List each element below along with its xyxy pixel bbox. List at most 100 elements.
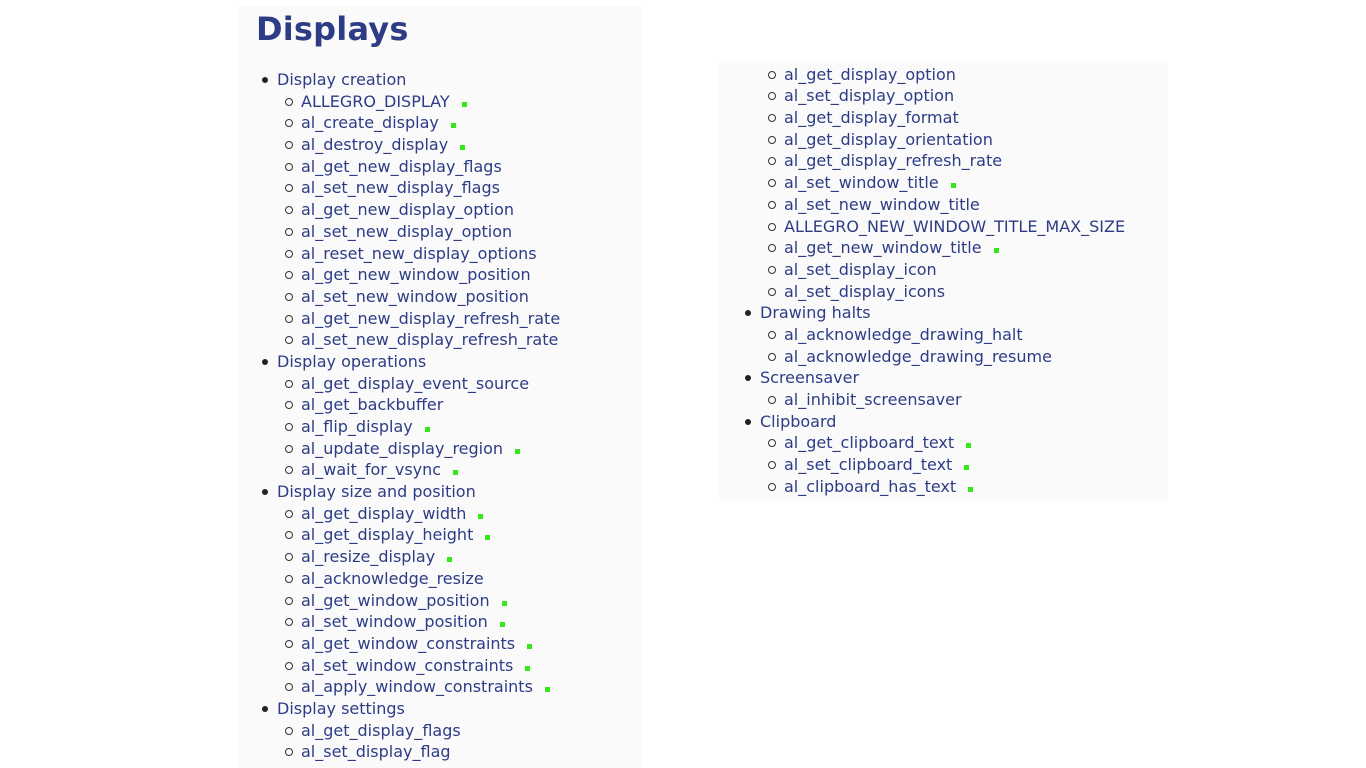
toc-item-label: al_set_display_option bbox=[784, 86, 955, 106]
toc-item-label: al_get_display_format bbox=[784, 108, 959, 128]
toc-section-display-settings: Display settings al_get_display_flags al_s… bbox=[261, 698, 560, 763]
toc-item-al-acknowledge-resize[interactable]: al_acknowledge_resize bbox=[261, 568, 560, 590]
toc-item-al-set-display-flag[interactable]: al_set_display_flag bbox=[261, 741, 560, 763]
toc-item-al-set-new-window-title[interactable]: al_set_new_window_title bbox=[744, 194, 1125, 216]
toc-item-label: al_set_new_display_flags bbox=[301, 178, 500, 198]
toc-item-al-set-display-option[interactable]: al_set_display_option bbox=[744, 85, 1125, 107]
toc-item-al-acknowledge-drawing-resume[interactable]: al_acknowledge_drawing_resume bbox=[744, 346, 1125, 368]
toc-item-label: al_get_display_option bbox=[784, 64, 956, 84]
section-link-display-size-and-position[interactable]: Display size and position bbox=[261, 481, 560, 503]
toc-item-al-get-new-display-option[interactable]: al_get_new_display_option bbox=[261, 199, 560, 221]
toc-item-al-set-display-icons[interactable]: al_set_display_icons bbox=[744, 281, 1125, 303]
toc-item-label: al_get_display_flags bbox=[301, 720, 461, 740]
toc-item-al-get-window-constraints[interactable]: al_get_window_constraints bbox=[261, 633, 560, 655]
toc-item-al-get-new-window-title[interactable]: al_get_new_window_title bbox=[744, 237, 1125, 259]
toc-item-al-inhibit-screensaver[interactable]: al_inhibit_screensaver bbox=[744, 389, 1125, 411]
new-marker-icon bbox=[515, 448, 521, 454]
toc-item-al-set-display-icon[interactable]: al_set_display_icon bbox=[744, 259, 1125, 281]
toc-item-al-set-new-window-position[interactable]: al_set_new_window_position bbox=[261, 286, 560, 308]
toc-item-al-get-display-event-source[interactable]: al_get_display_event_source bbox=[261, 373, 560, 395]
toc-item-al-clipboard-has-text[interactable]: al_clipboard_has_text bbox=[744, 476, 1125, 498]
new-marker-icon bbox=[525, 665, 531, 671]
toc-item-al-update-display-region[interactable]: al_update_display_region bbox=[261, 438, 560, 460]
toc-item-allegro-display[interactable]: ALLEGRO_DISPLAY bbox=[261, 91, 560, 113]
toc-item-label: al_create_display bbox=[301, 113, 439, 133]
toc-item-al-get-new-display-flags[interactable]: al_get_new_display_flags bbox=[261, 156, 560, 178]
new-marker-icon bbox=[544, 687, 550, 693]
toc-item-al-set-window-title[interactable]: al_set_window_title bbox=[744, 172, 1125, 194]
toc-item-al-acknowledge-drawing-halt[interactable]: al_acknowledge_drawing_halt bbox=[744, 324, 1125, 346]
section-items: al_acknowledge_drawing_halt al_acknowledg… bbox=[744, 324, 1125, 367]
left-section-list: Display creation ALLEGRO_DISPLAY al_create… bbox=[261, 69, 560, 763]
toc-item-al-set-new-display-option[interactable]: al_set_new_display_option bbox=[261, 221, 560, 243]
toc-item-al-wait-for-vsync[interactable]: al_wait_for_vsync bbox=[261, 459, 560, 481]
toc-item-label: al_set_window_constraints bbox=[301, 655, 514, 675]
toc-item-al-set-window-constraints[interactable]: al_set_window_constraints bbox=[261, 655, 560, 677]
toc-item-label: al_acknowledge_drawing_halt bbox=[784, 324, 1023, 344]
toc-item-label: al_resize_display bbox=[301, 547, 436, 567]
section-link-display-operations[interactable]: Display operations bbox=[261, 351, 560, 373]
toc-item-al-get-display-height[interactable]: al_get_display_height bbox=[261, 524, 560, 546]
new-marker-icon bbox=[993, 248, 999, 254]
toc-item-al-flip-display[interactable]: al_flip_display bbox=[261, 416, 560, 438]
new-marker-icon bbox=[964, 465, 970, 471]
toc-item-al-reset-new-display-options[interactable]: al_reset_new_display_options bbox=[261, 243, 560, 265]
new-marker-icon bbox=[450, 123, 456, 129]
toc-item-label: al_acknowledge_drawing_resume bbox=[784, 346, 1052, 366]
toc-item-al-get-new-window-position[interactable]: al_get_new_window_position bbox=[261, 264, 560, 286]
toc-item-allegro-new-window-title-max-size[interactable]: ALLEGRO_NEW_WINDOW_TITLE_MAX_SIZE bbox=[744, 216, 1125, 238]
toc-item-al-apply-window-constraints[interactable]: al_apply_window_constraints bbox=[261, 676, 560, 698]
section-link-screensaver[interactable]: Screensaver bbox=[744, 367, 1125, 389]
toc-item-label: al_get_new_display_option bbox=[301, 200, 514, 220]
new-marker-icon bbox=[460, 145, 466, 151]
toc-item-al-destroy-display[interactable]: al_destroy_display bbox=[261, 134, 560, 156]
toc-item-label: al_acknowledge_resize bbox=[301, 568, 484, 588]
toc-item-label: ALLEGRO_DISPLAY bbox=[301, 91, 450, 111]
right-section-list: al_get_display_option al_set_display_opti… bbox=[744, 61, 1125, 497]
new-marker-icon bbox=[485, 535, 491, 541]
toc-item-al-get-new-display-refresh-rate[interactable]: al_get_new_display_refresh_rate bbox=[261, 308, 560, 330]
toc-item-al-set-new-display-flags[interactable]: al_set_new_display_flags bbox=[261, 177, 560, 199]
toc-item-al-set-new-display-refresh-rate[interactable]: al_set_new_display_refresh_rate bbox=[261, 329, 560, 351]
section-link-display-settings[interactable]: Display settings bbox=[261, 698, 560, 720]
toc-item-al-get-display-option[interactable]: al_get_display_option bbox=[744, 64, 1125, 86]
section-link-drawing-halts[interactable]: Drawing halts bbox=[744, 302, 1125, 324]
toc-item-al-get-backbuffer[interactable]: al_get_backbuffer bbox=[261, 394, 560, 416]
toc-item-label: al_get_clipboard_text bbox=[784, 433, 955, 453]
toc-item-al-set-window-position[interactable]: al_set_window_position bbox=[261, 611, 560, 633]
toc-item-label: al_set_new_display_refresh_rate bbox=[301, 330, 559, 350]
toc-item-label: al_get_window_position bbox=[301, 590, 490, 610]
toc-item-label: al_set_clipboard_text bbox=[784, 455, 953, 475]
toc-item-label: al_get_backbuffer bbox=[301, 395, 444, 415]
toc-item-label: al_get_display_event_source bbox=[301, 373, 530, 393]
toc-item-al-get-display-width[interactable]: al_get_display_width bbox=[261, 503, 560, 525]
toc-item-al-get-display-refresh-rate[interactable]: al_get_display_refresh_rate bbox=[744, 150, 1125, 172]
toc-item-label: al_set_new_display_option bbox=[301, 221, 513, 241]
toc-item-al-get-display-format[interactable]: al_get_display_format bbox=[744, 107, 1125, 129]
toc-item-label: al_get_window_constraints bbox=[301, 633, 516, 653]
toc-section-drawing-halts: Drawing halts al_acknowledge_drawing_halt… bbox=[744, 302, 1125, 367]
left-toc-panel: Displays Display creation ALLEGRO_DISPLAY… bbox=[239, 6, 642, 768]
toc-section-screensaver: Screensaver al_inhibit_screensaver bbox=[744, 367, 1125, 410]
toc-item-label: al_destroy_display bbox=[301, 135, 449, 155]
toc-item-label: ALLEGRO_NEW_WINDOW_TITLE_MAX_SIZE bbox=[784, 216, 1126, 236]
section-items: al_inhibit_screensaver bbox=[744, 389, 1125, 411]
section-items: al_get_display_flags al_set_display_flag bbox=[261, 720, 560, 763]
section-link-display-creation[interactable]: Display creation bbox=[261, 69, 560, 91]
new-marker-icon bbox=[499, 622, 505, 628]
section-items: al_get_display_event_source al_get_backbu… bbox=[261, 373, 560, 481]
toc-item-al-get-window-position[interactable]: al_get_window_position bbox=[261, 590, 560, 612]
toc-item-label: al_reset_new_display_options bbox=[301, 243, 537, 263]
toc-item-al-get-display-flags[interactable]: al_get_display_flags bbox=[261, 720, 560, 742]
right-toc-panel: al_get_display_option al_set_display_opti… bbox=[719, 61, 1168, 501]
section-items: al_get_display_width al_get_display_heigh… bbox=[261, 503, 560, 698]
toc-item-al-set-clipboard-text[interactable]: al_set_clipboard_text bbox=[744, 454, 1125, 476]
toc-item-al-resize-display[interactable]: al_resize_display bbox=[261, 546, 560, 568]
section-link-clipboard[interactable]: Clipboard bbox=[744, 411, 1125, 433]
toc-item-label: al_clipboard_has_text bbox=[784, 476, 957, 496]
toc-item-label: al_set_display_icons bbox=[784, 281, 946, 301]
toc-item-al-create-display[interactable]: al_create_display bbox=[261, 112, 560, 134]
toc-item-al-get-clipboard-text[interactable]: al_get_clipboard_text bbox=[744, 432, 1125, 454]
section-items: ALLEGRO_DISPLAY al_create_display al_destr… bbox=[261, 91, 560, 351]
toc-item-al-get-display-orientation[interactable]: al_get_display_orientation bbox=[744, 129, 1125, 151]
